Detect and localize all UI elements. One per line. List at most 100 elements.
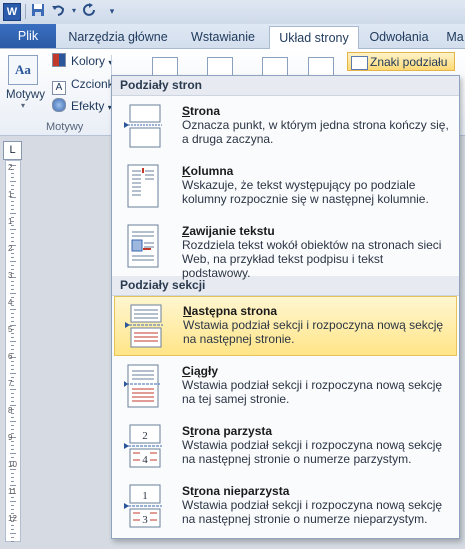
ruler-tick (11, 201, 14, 202)
menu-item-title: Kolumna (182, 164, 234, 178)
menu-item-even-page[interactable]: 2 4 Strona parzysta Wstawia podział sekc… (112, 416, 459, 476)
ruler-number: 2 (8, 244, 13, 253)
ruler-tick (11, 369, 14, 370)
ruler-number: 11 (8, 487, 17, 496)
ruler-number: 12 (8, 514, 17, 523)
ruler-tick (11, 177, 14, 178)
menu-item-page-break[interactable]: Strona Oznacza punkt, w którym jedna str… (112, 96, 459, 156)
ruler-tick (10, 469, 16, 470)
ruler-tick (11, 401, 14, 402)
continuous-icon (124, 364, 160, 408)
ruler-number: 8 (8, 406, 13, 415)
page-breaks-heading: Podziały stron (112, 76, 459, 96)
themes-label: Motywy (6, 89, 45, 101)
ruler-tick (10, 453, 16, 454)
word-logo-icon[interactable]: W (3, 3, 21, 21)
odd-page-number-top: 1 (142, 490, 148, 502)
ruler-tick (11, 525, 14, 526)
ruler-number: 1 (8, 190, 13, 199)
undo-icon[interactable] (50, 3, 66, 19)
tab-page-layout[interactable]: Układ strony (269, 26, 359, 50)
ruler-number: 9 (8, 433, 13, 442)
ruler-tick (11, 509, 14, 510)
breaks-button[interactable]: Znaki podziału ▾ (347, 52, 455, 87)
ruler-tick (11, 397, 14, 398)
menu-item-description: Wstawia podział sekcji i rozpoczyna nową… (182, 378, 443, 406)
ruler-tick (11, 449, 14, 450)
fonts-button[interactable]: A Czcionk (52, 76, 114, 95)
menu-item-text-wrapping-break[interactable]: Zawijanie tekstu Rozdziela tekst wokół o… (112, 216, 459, 280)
ruler-tick (10, 485, 16, 486)
colors-icon (52, 53, 66, 67)
ruler-tick (11, 537, 14, 538)
save-icon[interactable] (30, 3, 46, 19)
menu-item-column-break[interactable]: Kolumna Wskazuje, że tekst występujący p… (112, 156, 459, 216)
ruler-tick (11, 541, 14, 542)
menu-item-description: Wstawia podział sekcji i rozpoczyna nową… (182, 438, 443, 466)
customize-toolbar-icon[interactable]: ▾ (104, 3, 120, 19)
undo-dropdown-icon[interactable]: ▾ (66, 3, 82, 19)
ruler-tick (11, 233, 14, 234)
ruler-tick (10, 309, 16, 310)
ruler-tick (11, 317, 14, 318)
quick-access-toolbar: W ▾ ▾ (0, 0, 465, 25)
ruler-tick (11, 425, 14, 426)
ruler-tick (11, 365, 14, 366)
menu-item-title: Zawijanie tekstu (182, 224, 275, 238)
themes-button[interactable]: Aa Motywy ▾ (6, 55, 45, 121)
menu-item-title: Ciągły (182, 364, 219, 378)
ruler-tick (11, 445, 14, 446)
menu-item-description: Wstawia podział sekcji i rozpoczyna nową… (182, 498, 443, 526)
vertical-ruler: 2 1 1 2 3 4 5 6 7 8 9 10 11 12 (5, 160, 21, 542)
ruler-tick (10, 229, 16, 230)
tab-selector[interactable]: L (3, 141, 22, 160)
ruler-tick (11, 257, 14, 258)
ruler-tick (10, 389, 16, 390)
menu-item-next-page[interactable]: Następna strona Wstawia podział sekcji i… (114, 296, 457, 356)
tab-file[interactable]: Plik (0, 24, 56, 48)
ruler-tick (11, 185, 14, 186)
menu-item-odd-page[interactable]: 1 3 Strona nieparzysta Wstawia podział s… (112, 476, 459, 536)
column-break-icon (127, 164, 159, 208)
effects-button[interactable]: Efekty ▾ (52, 98, 112, 115)
themes-icon: Aa (8, 55, 38, 85)
menu-item-title: Strona (182, 104, 221, 118)
colors-button[interactable]: Kolory ▾ (52, 53, 112, 70)
menu-item-description: Wstawia podział sekcji i rozpoczyna nową… (183, 318, 444, 346)
breaks-icon (351, 56, 368, 70)
ruler-tick (11, 285, 14, 286)
tab-mailings[interactable]: Ma (440, 26, 465, 48)
ruler-tick (11, 505, 14, 506)
ruler-tick (11, 345, 14, 346)
ruler-tick (11, 321, 14, 322)
ruler-tick (10, 293, 16, 294)
menu-item-description: Oznacza punkt, w którym jedna strona koń… (182, 118, 449, 146)
breaks-label: Znaki podziału (370, 55, 448, 69)
tab-home[interactable]: Narzędzia główne (60, 26, 176, 48)
ruler-tick (10, 501, 16, 502)
ruler-tick (11, 209, 14, 210)
ruler-tick (11, 337, 14, 338)
colors-label: Kolory (71, 54, 106, 68)
tab-insert[interactable]: Wstawianie (180, 26, 266, 48)
ruler-tick (11, 529, 14, 530)
ruler-tick (10, 181, 16, 182)
ruler-tick (11, 429, 14, 430)
ruler-tick (11, 173, 14, 174)
odd-page-icon: 1 3 (124, 484, 162, 528)
redo-icon[interactable] (82, 3, 98, 19)
ruler-tick (11, 241, 14, 242)
ruler-tick (11, 281, 14, 282)
group-label-themes: Motywy (46, 121, 84, 133)
ruler-tick (11, 457, 14, 458)
ruler-tick (11, 237, 14, 238)
menu-item-title: Strona parzysta (182, 424, 273, 438)
ruler-tick (11, 473, 14, 474)
menu-item-continuous[interactable]: Ciągły Wstawia podział sekcji i rozpoczy… (112, 356, 459, 416)
ruler-tick (11, 269, 14, 270)
ruler-tick (11, 205, 14, 206)
ruler-tick (10, 341, 16, 342)
tab-references[interactable]: Odwołania (362, 26, 436, 48)
even-page-number-top: 2 (142, 430, 148, 442)
ruler-tick (11, 417, 14, 418)
